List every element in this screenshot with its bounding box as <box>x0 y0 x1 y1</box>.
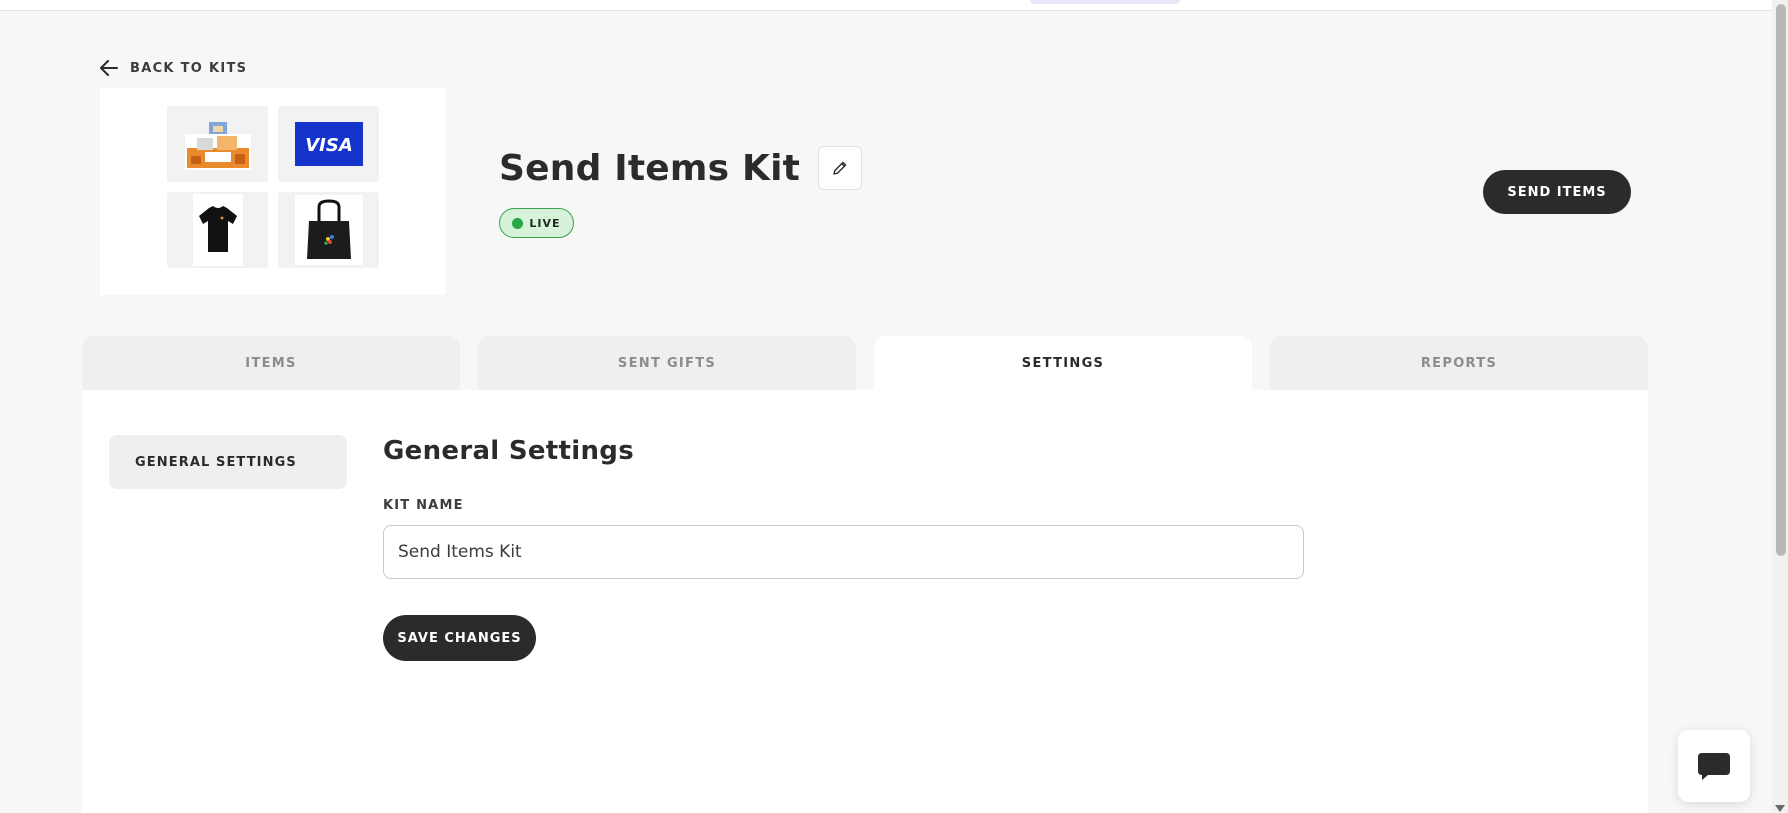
edit-title-button[interactable] <box>818 146 863 190</box>
kit-thumbnail-grid: VISA <box>100 88 446 295</box>
thumbnail-tote-bag <box>278 192 379 268</box>
kit-name-input[interactable] <box>383 525 1304 579</box>
back-to-kits-link[interactable]: BACK TO KITS <box>100 57 247 79</box>
status-badge: LIVE <box>499 208 574 238</box>
snack-box-image <box>184 122 251 170</box>
save-changes-button[interactable]: SAVE CHANGES <box>383 615 536 661</box>
kit-header: Send Items Kit <box>499 146 863 190</box>
tshirt-image <box>192 194 243 266</box>
kit-title: Send Items Kit <box>499 147 801 189</box>
scrollbar-thumb[interactable] <box>1776 4 1786 556</box>
tab-sent-gifts[interactable]: SENT GIFTS <box>478 336 856 390</box>
top-bar <box>0 0 1772 11</box>
svg-text:VISA: VISA <box>305 135 353 156</box>
status-dot-icon <box>512 217 524 229</box>
tab-reports[interactable]: REPORTS <box>1270 336 1648 390</box>
settings-nav-general[interactable]: GENERAL SETTINGS <box>109 435 347 489</box>
tab-settings[interactable]: SETTINGS <box>874 336 1252 391</box>
section-title: General Settings <box>383 436 634 466</box>
send-items-button[interactable]: SEND ITEMS <box>1483 170 1631 214</box>
status-label: LIVE <box>529 216 561 230</box>
thumbnail-black-tshirt <box>167 192 268 268</box>
tote-bag-image <box>294 195 363 265</box>
back-to-kits-label: BACK TO KITS <box>130 60 248 76</box>
chat-launcher-button[interactable] <box>1678 730 1750 802</box>
visa-card-image: VISA <box>294 122 363 166</box>
thumbnail-visa-card: VISA <box>278 106 379 182</box>
arrow-left-icon <box>100 60 118 76</box>
page-scrollbar[interactable] <box>1772 0 1788 813</box>
scroll-down-arrow-icon[interactable] <box>1775 805 1785 812</box>
thumbnail-snack-box <box>167 106 268 182</box>
top-bar-accent <box>1030 0 1180 4</box>
chat-icon <box>1698 753 1730 780</box>
tab-items[interactable]: ITEMS <box>82 336 460 390</box>
kit-name-label: KIT NAME <box>383 498 464 513</box>
pencil-icon <box>833 161 847 175</box>
